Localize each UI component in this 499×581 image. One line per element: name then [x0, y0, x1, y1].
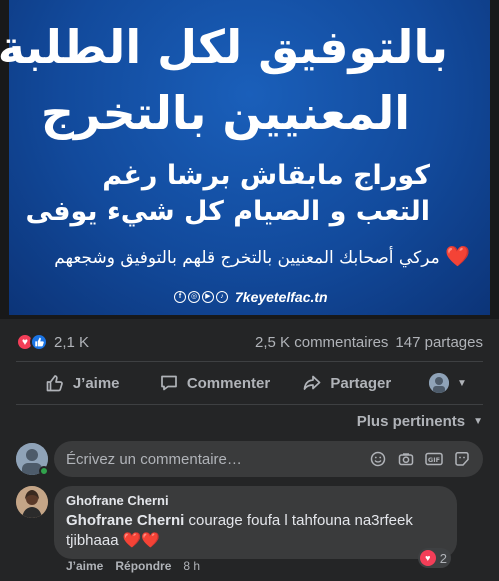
gif-icon[interactable]: GIF: [425, 450, 443, 468]
like-label: J’aime: [72, 374, 120, 392]
comment-composer: GIF: [16, 441, 483, 477]
share-icon: [304, 375, 321, 390]
thumbs-up-icon: [46, 375, 63, 392]
share-button[interactable]: Partager: [281, 365, 413, 401]
post-actions: J’aime Commenter Partager ▼: [16, 365, 483, 401]
divider-top: [16, 361, 483, 362]
instagram-icon: ◎: [188, 291, 200, 303]
comment-input[interactable]: [66, 450, 369, 468]
poster-line-2: المعنيين بالتخرج: [40, 86, 411, 140]
poster-panel: بالتوفيق لكل الطلبة المعنيين بالتخرج كور…: [0, 0, 490, 315]
chevron-down-icon: ▼: [457, 377, 467, 389]
divider-bottom: [16, 404, 483, 405]
comment-sort[interactable]: Plus pertinents ▼: [357, 413, 483, 430]
chevron-down-icon: ▼: [473, 416, 483, 427]
shares-count[interactable]: 147 partages: [395, 334, 483, 351]
reaction-icons[interactable]: ♥: [16, 333, 48, 351]
sticker-icon[interactable]: [453, 450, 471, 468]
composer-icons: GIF: [369, 450, 471, 468]
brand-label: 7keyetelfac.tn: [235, 289, 328, 305]
avatar: [429, 373, 450, 393]
poster-line-4: التعب و الصيام كل شيء يوفى: [25, 196, 431, 227]
post-image[interactable]: بالتوفيق لكل الطلبة المعنيين بالتخرج كور…: [0, 0, 499, 319]
poster-line-3: كوراج مابقاش برشا رغم: [102, 160, 430, 191]
comment-bubble: Ghofrane Cherni Ghofrane Cherni courage …: [54, 486, 457, 559]
comment-icon: [160, 375, 177, 391]
emoji-icon[interactable]: [369, 450, 387, 468]
comment-time[interactable]: 8 h: [183, 559, 200, 573]
comment-button[interactable]: Commenter: [148, 365, 280, 401]
post-stats: 2,5 K commentaires 147 partages: [255, 334, 483, 351]
camera-icon[interactable]: [397, 450, 415, 468]
comment-author[interactable]: Ghofrane Cherni: [66, 493, 445, 509]
online-indicator: [39, 466, 49, 476]
poster-line-1: بالتوفيق لكل الطلبة: [0, 20, 449, 74]
comment-input-box[interactable]: GIF: [54, 441, 483, 477]
poster-brand: f ◎ ▶ ♪ 7keyetelfac.tn: [174, 289, 328, 305]
comment-reply-button[interactable]: Répondre: [115, 559, 171, 573]
comment-meta: J’aime Répondre 8 h: [66, 559, 200, 573]
comment-reactions[interactable]: ♥ 2: [417, 548, 451, 568]
comment-reaction-count: 2: [439, 550, 447, 566]
comment-text: Ghofrane Cherni courage foufa l tahfouna…: [66, 511, 445, 551]
svg-text:GIF: GIF: [428, 456, 440, 464]
comment-like-button[interactable]: J’aime: [66, 559, 103, 573]
like-reaction-icon: [30, 333, 48, 351]
reaction-count[interactable]: 2,1 K: [54, 334, 89, 351]
share-label: Partager: [330, 374, 392, 392]
heart-emoji: ❤️: [445, 244, 470, 268]
sort-label: Plus pertinents: [356, 413, 466, 430]
post-as-selector[interactable]: ▼: [413, 365, 483, 401]
youtube-icon: ▶: [202, 291, 214, 303]
like-button[interactable]: J’aime: [16, 365, 148, 401]
avatar[interactable]: [16, 443, 49, 477]
reactions-bar: ♥ 2,1 K 2,5 K commentaires 147 partages: [0, 327, 499, 357]
avatar[interactable]: [16, 486, 48, 518]
poster-line-5: ❤️ مركي أصحابك المعنيين بالتخرج قلهم بال…: [54, 244, 470, 268]
tiktok-icon: ♪: [216, 291, 228, 303]
poster-line-5-text: مركي أصحابك المعنيين بالتخرج قلهم بالتوف…: [54, 248, 440, 268]
hearts-emoji: ❤️❤️: [122, 532, 161, 549]
comments-count[interactable]: 2,5 K commentaires: [255, 334, 388, 351]
love-reaction-icon: ♥: [419, 550, 436, 566]
tagged-user[interactable]: Ghofrane Cherni: [66, 512, 184, 529]
comment-label: Commenter: [186, 374, 271, 392]
facebook-icon: f: [174, 291, 186, 303]
